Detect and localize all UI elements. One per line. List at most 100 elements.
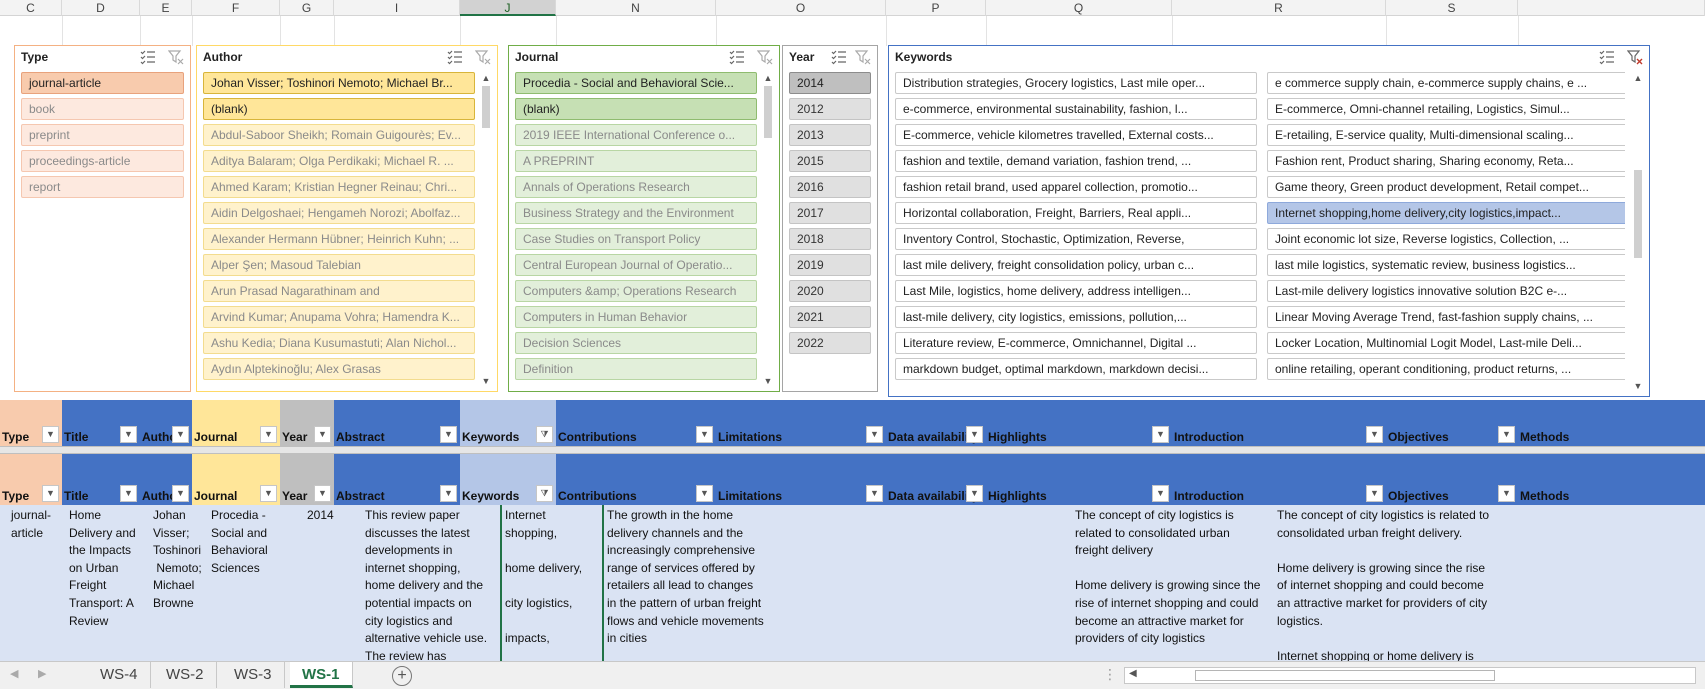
keywords-slicer-item[interactable]: markdown budget, optimal markdown, markd… [895, 358, 1257, 380]
filter-dropdown-icon[interactable]: ▼ [696, 485, 713, 502]
keywords-slicer-item[interactable]: Horizontal collaboration, Freight, Barri… [895, 202, 1257, 224]
type-slicer-item[interactable]: proceedings-article [21, 150, 184, 172]
header-introduction-frozen[interactable]: Introduction ▼ [1172, 400, 1386, 446]
journal-slicer-item[interactable]: Computers &amp; Operations Research [515, 280, 757, 302]
filter-active-icon[interactable]: ⧩ [536, 426, 553, 443]
keywords-slicer-item[interactable]: last mile delivery, freight consolidatio… [895, 254, 1257, 276]
keywords-slicer-item[interactable]: Fashion rent, Product sharing, Sharing e… [1267, 150, 1625, 172]
header-limitations-main[interactable]: Limitations ▼ [716, 454, 886, 505]
scroll-tabs-right-icon[interactable]: ▶ [38, 667, 46, 680]
journal-slicer-item[interactable]: Decision Sciences [515, 332, 757, 354]
tab-ws-1[interactable]: WS-1 [290, 662, 353, 688]
year-slicer-item[interactable]: 2021 [789, 306, 871, 328]
filter-dropdown-icon[interactable]: ▼ [1152, 426, 1169, 443]
filter-dropdown-icon[interactable]: ▼ [1498, 485, 1515, 502]
cell-type[interactable]: journal- article [8, 505, 62, 661]
filter-dropdown-icon[interactable]: ▼ [1366, 485, 1383, 502]
tab-splitter-handle[interactable]: ⋮ [1103, 666, 1117, 683]
scroll-left-icon[interactable]: ◀ [1129, 668, 1137, 679]
author-slicer-item[interactable]: Aditya Balaram; Olga Perdikaki; Michael … [203, 150, 475, 172]
cell-limitations[interactable] [780, 505, 966, 661]
header-title-main[interactable]: Title ▼ [62, 454, 140, 505]
filter-dropdown-icon[interactable]: ▼ [1498, 426, 1515, 443]
add-sheet-button[interactable]: + [392, 666, 412, 686]
keywords-slicer-item[interactable]: Literature review, E-commerce, Omnichann… [895, 332, 1257, 354]
multi-select-icon[interactable] [729, 49, 745, 65]
multi-select-icon[interactable] [447, 49, 463, 65]
horizontal-scrollbar[interactable]: ◀ [1124, 667, 1696, 684]
header-keywords-frozen[interactable]: Keywords ⧩ [460, 400, 556, 446]
tab-ws-4[interactable]: WS-4 [88, 662, 151, 688]
header-objectives-main[interactable]: Objectives ▼ [1386, 454, 1518, 505]
author-slicer-item[interactable]: Arvind Kumar; Anupama Vohra; Hamendra K.… [203, 306, 475, 328]
column-header-n[interactable]: N [556, 0, 716, 16]
filter-dropdown-icon[interactable]: ▼ [120, 485, 137, 502]
clear-filter-icon[interactable] [1626, 49, 1643, 65]
filter-dropdown-icon[interactable]: ▼ [120, 426, 137, 443]
year-slicer-item[interactable]: 2018 [789, 228, 871, 250]
journal-slicer-scrollbar[interactable]: ▲ ▼ [761, 72, 775, 387]
year-slicer-item[interactable]: 2019 [789, 254, 871, 276]
filter-dropdown-icon[interactable]: ▼ [172, 485, 189, 502]
year-slicer-item[interactable]: 2017 [789, 202, 871, 224]
keywords-slicer-item[interactable]: Locker Location, Multinomial Logit Model… [1267, 332, 1625, 354]
header-objectives-frozen[interactable]: Objectives ▼ [1386, 400, 1518, 446]
keywords-slicer-item[interactable]: Internet shopping,home delivery,city log… [1267, 202, 1625, 224]
year-slicer-item[interactable]: 2022 [789, 332, 871, 354]
header-data-availability-frozen[interactable]: Data availability ▼ [886, 400, 986, 446]
filter-active-icon[interactable]: ⧩ [536, 485, 553, 502]
column-header-i[interactable]: I [334, 0, 460, 16]
filter-dropdown-icon[interactable]: ▼ [1366, 426, 1383, 443]
filter-dropdown-icon[interactable]: ▼ [966, 485, 983, 502]
cell-author[interactable]: Johan Visser; Toshinori Nemoto; Michael … [150, 505, 208, 661]
keywords-slicer-item[interactable]: Joint economic lot size, Reverse logisti… [1267, 228, 1625, 250]
keywords-slicer-item[interactable]: Inventory Control, Stochastic, Optimizat… [895, 228, 1257, 250]
keywords-slicer-scrollbar[interactable]: ▲ ▼ [1631, 72, 1645, 392]
cell-highlights[interactable]: The concept of city logistics is related… [1072, 505, 1274, 661]
multi-select-icon[interactable] [1599, 49, 1615, 65]
column-header-r[interactable]: R [1172, 0, 1386, 16]
header-introduction-main[interactable]: Introduction ▼ [1172, 454, 1386, 505]
header-limitations-frozen[interactable]: Limitations ▼ [716, 400, 886, 446]
column-header-j[interactable]: J [460, 0, 556, 16]
author-slicer-item[interactable]: Ahmed Karam; Kristian Hegner Reinau; Chr… [203, 176, 475, 198]
keywords-slicer-item[interactable]: Linear Moving Average Trend, fast-fashio… [1267, 306, 1625, 328]
keywords-slicer-item[interactable]: fashion and textile, demand variation, f… [895, 150, 1257, 172]
author-slicer-item[interactable]: (blank) [203, 98, 475, 120]
column-header-q[interactable]: Q [986, 0, 1172, 16]
journal-slicer-item[interactable]: Business Strategy and the Environment [515, 202, 757, 224]
filter-dropdown-icon[interactable]: ▼ [42, 485, 59, 502]
filter-dropdown-icon[interactable]: ▼ [42, 426, 59, 443]
journal-slicer-item[interactable]: Procedia - Social and Behavioral Scie... [515, 72, 757, 94]
clear-filter-icon[interactable] [167, 49, 184, 65]
filter-dropdown-icon[interactable]: ▼ [314, 485, 331, 502]
tab-ws-3[interactable]: WS-3 [222, 662, 285, 688]
header-abstract-frozen[interactable]: Abstract ▼ [334, 400, 460, 446]
keywords-slicer-item[interactable]: E-commerce, Omni-channel retailing, Logi… [1267, 98, 1625, 120]
header-year-frozen[interactable]: Year ▼ [280, 400, 334, 446]
author-slicer-item[interactable]: Arun Prasad Nagarathinam and [203, 280, 475, 302]
author-slicer-item[interactable]: Alexander Hermann Hübner; Heinrich Kuhn;… [203, 228, 475, 250]
journal-slicer-item[interactable]: Annals of Operations Research [515, 176, 757, 198]
column-header-o[interactable]: O [716, 0, 886, 16]
header-abstract-main[interactable]: Abstract ▼ [334, 454, 460, 505]
keywords-slicer-item[interactable]: Last Mile, logistics, home delivery, add… [895, 280, 1257, 302]
column-header-d[interactable]: D [62, 0, 140, 16]
filter-dropdown-icon[interactable]: ▼ [696, 426, 713, 443]
filter-dropdown-icon[interactable]: ▼ [172, 426, 189, 443]
type-slicer-item[interactable]: preprint [21, 124, 184, 146]
header-highlights-frozen[interactable]: Highlights ▼ [986, 400, 1172, 446]
filter-dropdown-icon[interactable]: ▼ [314, 426, 331, 443]
cell-contributions[interactable]: The growth in the home delivery channels… [604, 505, 780, 661]
author-slicer-item[interactable]: Alper Şen; Masoud Talebian [203, 254, 475, 276]
multi-select-icon[interactable] [140, 49, 156, 65]
journal-slicer-item[interactable]: Central European Journal of Operatio... [515, 254, 757, 276]
keywords-slicer-item[interactable]: e commerce supply chain, e-commerce supp… [1267, 72, 1625, 94]
cell-data-availability[interactable] [966, 505, 1072, 661]
horizontal-scroll-thumb[interactable] [1195, 670, 1495, 681]
keywords-slicer-item[interactable]: Last-mile delivery logistics innovative … [1267, 280, 1625, 302]
column-header-f[interactable]: F [192, 0, 280, 16]
multi-select-icon[interactable] [831, 49, 847, 65]
author-slicer-scrollbar[interactable]: ▲ ▼ [479, 72, 493, 387]
column-header-c[interactable]: C [0, 0, 62, 16]
